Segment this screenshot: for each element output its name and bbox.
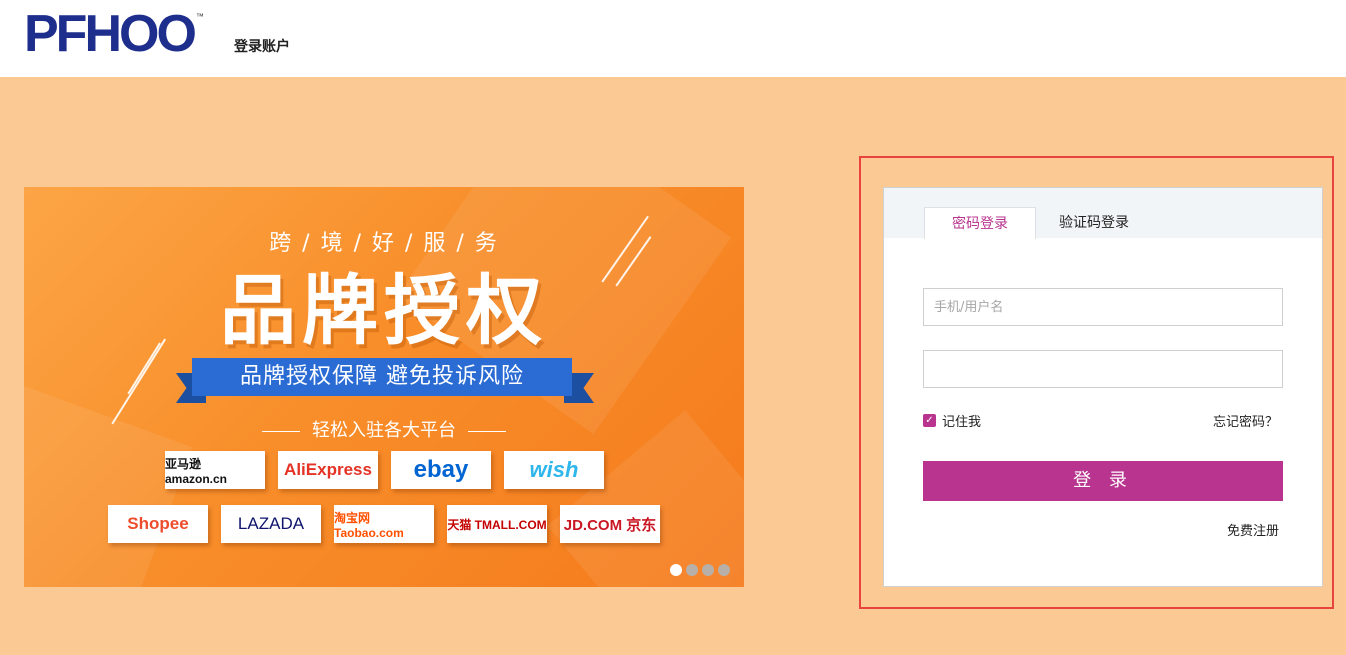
- dash-right: [468, 430, 506, 432]
- jd-logo: JD.COM 京东: [560, 505, 660, 543]
- header: PFHOO ™ 登录账户: [0, 0, 1346, 77]
- carousel-dot[interactable]: [686, 564, 698, 576]
- banner-ribbon: 品牌授权保障 避免投诉风险: [192, 358, 572, 396]
- platforms-label-text: 轻松入驻各大平台: [312, 420, 456, 441]
- password-input[interactable]: [923, 350, 1283, 388]
- taobao-logo: 淘宝网 Taobao.com: [334, 505, 434, 543]
- carousel-dot[interactable]: [702, 564, 714, 576]
- shopee-logo: Shopee: [108, 505, 208, 543]
- lazada-logo: LAZADA: [221, 505, 321, 543]
- login-panel: 密码登录 验证码登录 ✓ 记住我 忘记密码？ 登 录 免费注册: [883, 187, 1323, 587]
- banner-title: 品牌授权: [220, 266, 548, 355]
- dash-left: [262, 430, 300, 432]
- register-link[interactable]: 免费注册: [1227, 520, 1279, 539]
- remember-me[interactable]: ✓ 记住我: [923, 411, 981, 430]
- carousel-dot[interactable]: [718, 564, 730, 576]
- platforms-label: 轻松入驻各大平台: [24, 416, 744, 442]
- amazon-logo: 亚马逊 amazon.cn: [165, 451, 265, 489]
- wish-logo: wish: [504, 451, 604, 489]
- forgot-password-link[interactable]: 忘记密码？: [1213, 411, 1278, 430]
- remember-checkbox[interactable]: ✓: [923, 414, 936, 427]
- login-tabs: 密码登录 验证码登录: [884, 188, 1322, 239]
- tmall-logo: 天猫 TMALL.COM: [447, 505, 547, 543]
- promo-banner[interactable]: 跨 / 境 / 好 / 服 / 务 品牌授权 品牌授权保障 避免投诉风险 轻松入…: [24, 187, 744, 587]
- remember-label: 记住我: [942, 415, 982, 430]
- tab-code-login[interactable]: 验证码登录: [1044, 207, 1144, 239]
- login-button[interactable]: 登 录: [923, 461, 1283, 501]
- username-input[interactable]: [923, 288, 1283, 326]
- page-title: 登录账户: [234, 39, 290, 55]
- carousel-dot[interactable]: [670, 564, 682, 576]
- aliexpress-logo: AliExpress: [278, 451, 378, 489]
- carousel-dots: [670, 564, 730, 576]
- tab-password-login[interactable]: 密码登录: [924, 207, 1036, 239]
- logo-trademark: ™: [195, 12, 204, 21]
- pfhoo-logo[interactable]: PFHOO ™: [24, 5, 204, 63]
- ebay-logo: ebay: [391, 451, 491, 489]
- logo-text: PFHOO: [24, 5, 197, 63]
